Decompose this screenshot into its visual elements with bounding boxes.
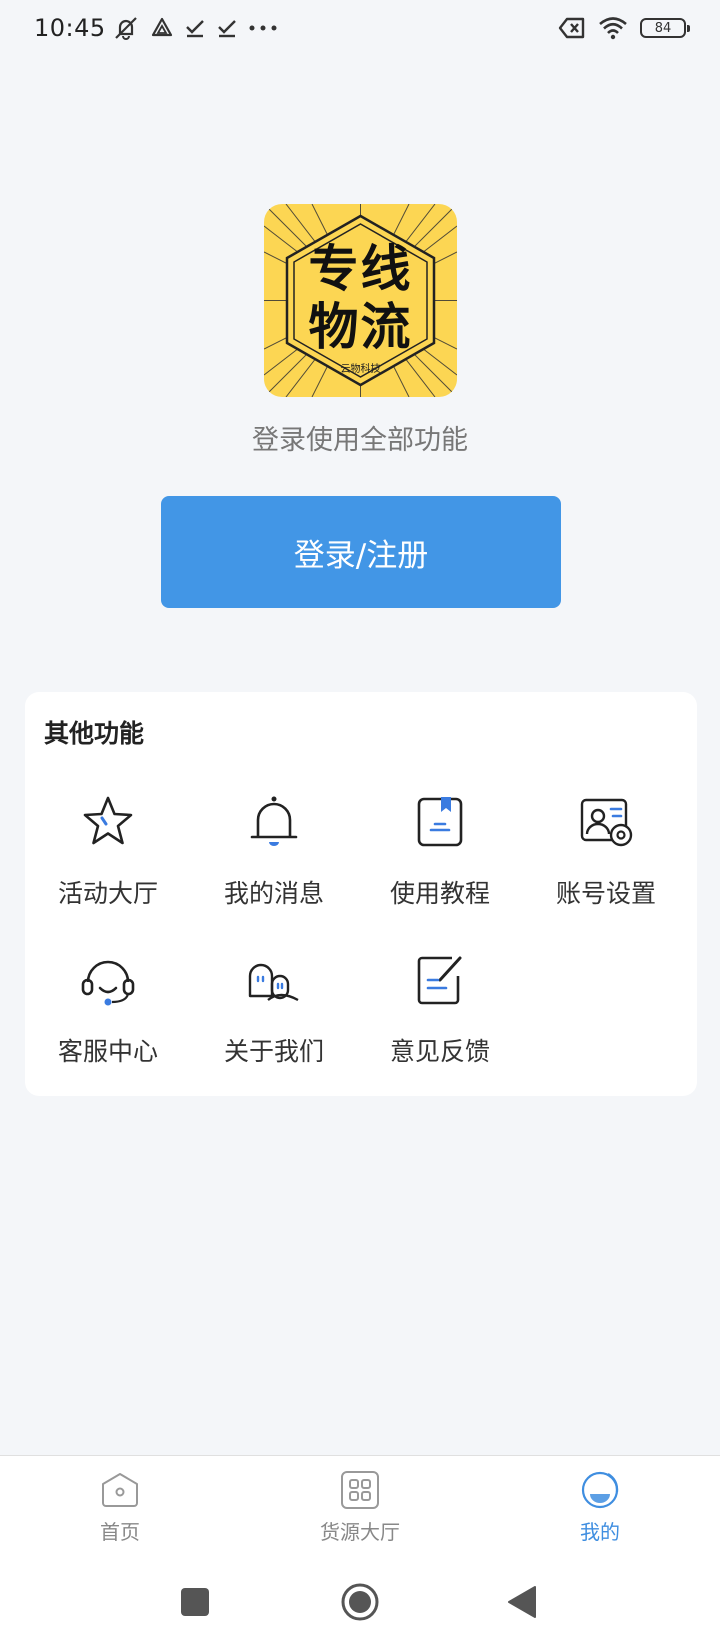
download-done-icon: [185, 20, 204, 38]
function-label: 客服中心: [57, 1037, 158, 1066]
profile-icon: [581, 1471, 619, 1509]
status-notification-icons: [112, 15, 278, 41]
nav-item-cargo-hall[interactable]: 货源大厅: [260, 1470, 460, 1550]
function-item-customer-service[interactable]: 客服中心: [25, 950, 191, 1090]
recent-apps-icon[interactable]: [181, 1588, 209, 1616]
status-system-icons: 84: [558, 16, 690, 40]
bell-icon: [250, 796, 298, 846]
home-icon: [102, 1473, 138, 1507]
battery-indicator: 84: [640, 18, 690, 38]
mute-icon: [114, 17, 137, 40]
back-triangle-icon[interactable]: [507, 1585, 537, 1619]
wifi-icon: [599, 17, 627, 40]
function-item-about-us[interactable]: 关于我们: [191, 950, 357, 1090]
nav-label: 首页: [100, 1520, 140, 1544]
function-label: 使用教程: [389, 879, 490, 908]
grid-icon: [341, 1471, 379, 1509]
feedback-icon: [417, 956, 462, 1005]
system-navigation-bar: [0, 1555, 720, 1650]
login-register-button[interactable]: 登录/注册: [161, 496, 561, 608]
bottom-navigation: 首页 货源大厅 我的: [0, 1455, 720, 1555]
function-item-activity-hall[interactable]: 活动大厅: [25, 792, 191, 932]
function-label: 意见反馈: [389, 1037, 490, 1066]
function-label: 活动大厅: [57, 879, 158, 908]
logo-subtitle: 云物科技: [340, 364, 381, 375]
logo-title: 专线 物流: [264, 240, 457, 356]
nav-item-mine[interactable]: 我的: [500, 1470, 700, 1550]
app-logo: 专线 物流 云物科技: [264, 204, 457, 397]
logo-line2: 物流: [308, 298, 413, 356]
nav-label: 货源大厅: [320, 1520, 400, 1544]
nav-label: 我的: [580, 1520, 620, 1544]
function-label: 关于我们: [223, 1037, 324, 1066]
login-hint: 登录使用全部功能: [252, 425, 468, 456]
nav-item-home[interactable]: 首页: [20, 1470, 220, 1550]
other-functions-card: 其他功能 活动大厅 我的消息 使用教程 账号设置 客服中心 关于我们 意见反馈: [25, 692, 697, 1096]
logo-line1: 专线: [308, 240, 413, 298]
status-bar: 10:45 84: [0, 0, 720, 56]
people-icon: [248, 963, 299, 1002]
function-item-my-messages[interactable]: 我的消息: [191, 792, 357, 932]
more-dots-icon: [249, 25, 277, 31]
function-item-account-settings[interactable]: 账号设置: [523, 792, 689, 932]
download-done-icon-2: [217, 20, 236, 38]
other-functions-title: 其他功能: [44, 719, 145, 748]
book-icon: [417, 797, 463, 847]
no-sim-icon: [558, 17, 585, 39]
function-item-tutorial[interactable]: 使用教程: [357, 792, 523, 932]
star-icon: [83, 796, 133, 845]
status-time: 10:45: [34, 14, 106, 42]
headset-icon: [81, 960, 135, 1006]
function-label: 我的消息: [223, 879, 324, 908]
account-settings-icon: [580, 798, 633, 847]
function-item-feedback[interactable]: 意见反馈: [357, 950, 523, 1090]
function-label: 账号设置: [555, 879, 656, 908]
drive-icon: [151, 17, 172, 37]
home-circle-icon[interactable]: [340, 1582, 380, 1622]
battery-level: 84: [654, 20, 672, 36]
